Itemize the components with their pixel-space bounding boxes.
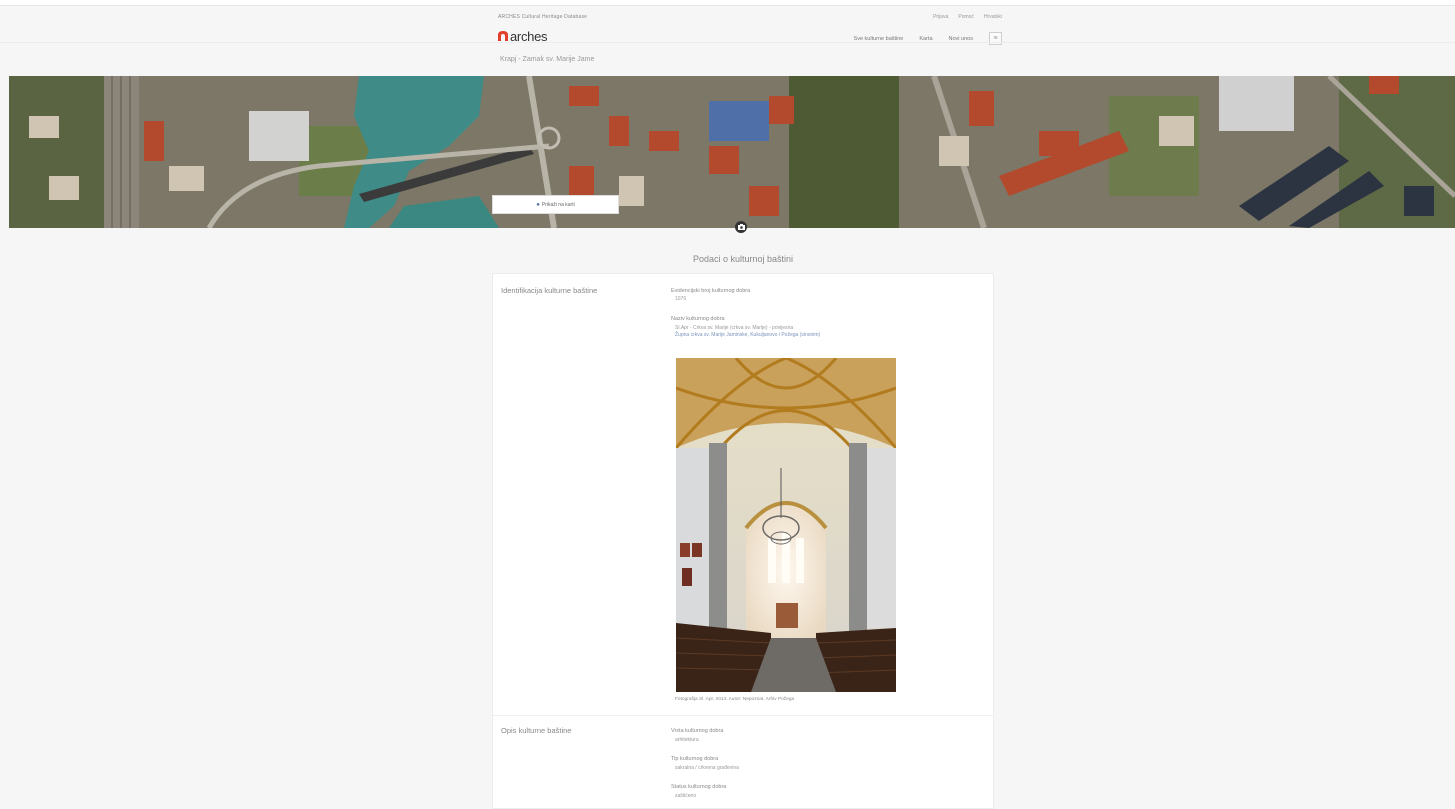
hamburger-menu-icon[interactable]: ≡ [989, 32, 1002, 45]
site-header: ARCHES Cultural Heritage Database Prijav… [0, 6, 1455, 76]
nav-all-heritage[interactable]: Sve kulturne baštine [854, 36, 904, 42]
field-evidence-number-label: Evidencijski broj kulturnog dobra [671, 288, 751, 294]
photo-caption: Fotografija Sl. Apr, 2013. Autor: Nepozn… [675, 697, 795, 702]
language-link[interactable]: Hrvatski [984, 14, 1002, 20]
nav-new-entry[interactable]: Novi unos [949, 36, 973, 42]
satellite-map[interactable] [9, 76, 1455, 228]
field-heritage-name-value-2[interactable]: Župna crkva sv. Marije Jaminske, Kukulja… [675, 332, 820, 338]
show-on-map-label: Prikaži na karti [541, 201, 575, 208]
field-heritage-name-value-1: Sl.Apr - Crkva sv. Marije (crkva sv. Mar… [675, 325, 794, 331]
report-title: Podaci o kulturnoj baštini [692, 254, 794, 264]
arches-logo-icon [498, 31, 508, 41]
show-on-map-button[interactable]: ● Prikaži na karti [492, 195, 619, 214]
map-imagery [9, 76, 1455, 228]
section-description-label: Opis kulturne baštine [501, 726, 572, 735]
section-identification-label: Identifikacija kulturne baštine [501, 286, 598, 295]
field-heritage-kind-value: sakralna / crkvena građevina [675, 765, 739, 771]
main-nav: Sve kulturne baštine Karta Novi unos ≡ [854, 32, 1002, 45]
site-tagline: ARCHES Cultural Heritage Database [498, 14, 588, 20]
map-marker-icon: ● [536, 201, 540, 208]
breadcrumb: Krapj - Zamak sv. Marije Jame [500, 56, 595, 63]
field-evidence-number-value: 1076 [675, 296, 687, 302]
report-card: Identifikacija kulturne baštine Evidenci… [492, 273, 994, 809]
header-divider [0, 42, 1455, 43]
login-link[interactable]: Prijava [933, 14, 948, 20]
nav-map[interactable]: Karta [919, 36, 932, 42]
utility-links: Prijava Pomoć Hrvatski [933, 14, 1002, 20]
section-divider [493, 715, 993, 716]
field-heritage-type-value: arhitektura [675, 737, 699, 743]
field-heritage-name-label: Naziv kulturnog dobra [671, 316, 725, 322]
field-heritage-type-label: Vrsta kulturnog dobra [671, 728, 724, 734]
field-heritage-kind-label: Tip kulturnog dobra [671, 756, 719, 762]
field-heritage-status-value: zaštićeno [675, 793, 697, 799]
help-link[interactable]: Pomoć [958, 14, 974, 20]
arches-logo[interactable]: arches [497, 26, 548, 46]
photo-image [676, 358, 896, 692]
church-interior-photo[interactable] [676, 358, 896, 692]
field-heritage-status-label: Status kulturnog dobra [671, 784, 727, 790]
camera-icon[interactable] [735, 221, 747, 233]
